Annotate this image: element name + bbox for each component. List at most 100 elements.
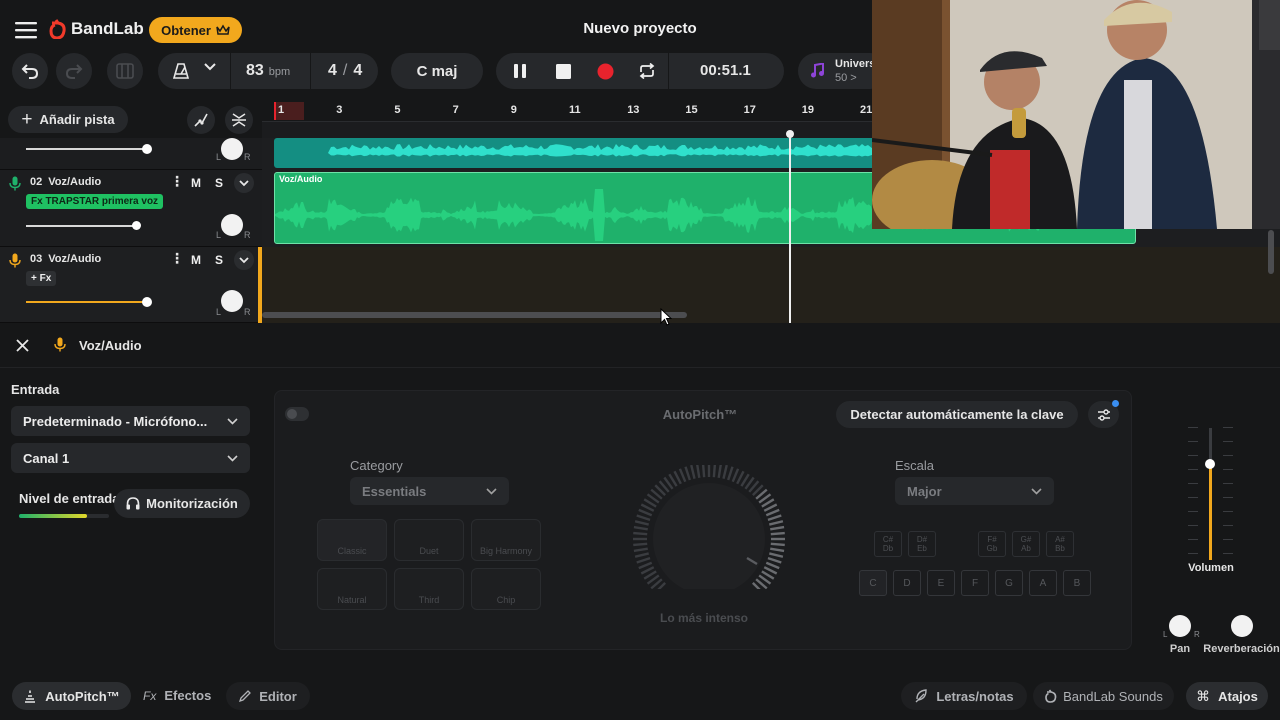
tab-effects[interactable]: Fx Efectos [143,688,211,703]
preset-label: Chip [496,595,516,605]
playhead-handle[interactable] [786,130,794,138]
add-fx-chip[interactable]: + Fx [26,271,57,286]
tab-shortcuts[interactable]: ⌘ Atajos [1186,682,1268,710]
fx-chip[interactable]: Fx TRAPSTAR primera voz [26,194,164,209]
automation-button[interactable] [187,106,215,134]
ruler-bar-label: 21 [860,104,873,116]
preset-natural[interactable]: Natural [317,568,387,610]
solo-button[interactable]: S [209,173,229,193]
crown-icon [216,24,230,35]
solo-button[interactable]: S [209,250,229,270]
autopitch-toggle[interactable] [285,407,309,421]
pan-l-label: L [1163,630,1168,639]
record-button[interactable] [595,62,615,80]
expand-track-button[interactable] [234,173,254,193]
track-header-3[interactable]: 03 Voz/Audio ⋮ M S + Fx L R [0,247,262,323]
fader-tick [1223,525,1233,526]
note-d[interactable]: D [893,570,921,596]
note-g[interactable]: G [995,570,1023,596]
detect-key-button[interactable]: Detectar automáticamente la clave [836,401,1078,428]
menu-icon[interactable] [12,18,40,42]
pause-button[interactable] [510,62,530,80]
fader-handle[interactable] [1205,459,1215,469]
tab-bandlab-sounds[interactable]: BandLab Sounds [1033,682,1174,710]
key-selector[interactable]: C maj [391,53,483,89]
redo-button[interactable] [56,53,92,89]
get-button[interactable]: Obtener [149,17,242,43]
track3-pan-knob[interactable] [221,290,243,312]
track3-volume-slider[interactable] [26,301,146,303]
input-device-select[interactable]: Predeterminado - Micrófono... [11,406,250,436]
scale-select[interactable]: Major [895,477,1054,505]
preset-third[interactable]: Third [394,568,464,610]
time-display: 00:51.1 [700,62,751,79]
loop-icon [639,63,655,79]
volume-label: Volumen [1188,562,1234,574]
track2-pan-knob[interactable] [221,214,243,236]
tab-editor[interactable]: Editor [226,682,310,710]
more-options-icon[interactable]: ⋮ [170,251,184,265]
track1-pan-knob[interactable] [221,138,243,160]
note-f[interactable]: F [961,570,989,596]
vertical-scrollbar[interactable] [1268,230,1274,274]
mute-button[interactable]: M [186,250,206,270]
more-options-icon[interactable]: ⋮ [170,174,184,188]
bpm-control[interactable]: 83 bpm [246,62,290,80]
track1-volume-handle[interactable] [142,144,152,154]
metronome-icon[interactable] [170,61,192,81]
playhead[interactable] [789,132,791,323]
note-e[interactable]: E [927,570,955,596]
pan-l-label: L [216,152,222,162]
intensity-dial[interactable] [629,465,789,589]
loop-button[interactable] [637,62,657,80]
add-track-label: Añadir pista [39,112,115,127]
note-c[interactable]: C [859,570,887,596]
track3-volume-handle[interactable] [142,297,152,307]
horizontal-scrollbar[interactable] [262,312,687,318]
input-level-label: Nivel de entrada [19,491,120,506]
track-header-2[interactable]: 02 Voz/Audio ⋮ M S Fx TRAPSTAR primera v… [0,170,262,247]
tab-autopitch[interactable]: AutoPitch™ [12,682,131,710]
stop-button[interactable] [553,62,573,80]
panel-pan-knob[interactable] [1169,615,1191,637]
channel-select[interactable]: Canal 1 [11,443,250,473]
fader-tick [1188,497,1198,498]
fit-view-button[interactable] [225,106,253,134]
track3-title[interactable]: 03 Voz/Audio [30,253,101,265]
preset-classic[interactable]: Classic [317,519,387,561]
undo-button[interactable] [12,53,48,89]
piano-button[interactable] [107,53,143,89]
project-title[interactable]: Nuevo proyecto [540,20,740,37]
track2-volume-handle[interactable] [132,221,141,230]
track2-volume-slider[interactable] [26,225,136,227]
note-c-sharp[interactable]: C# Db [874,531,902,557]
track1-volume-slider[interactable] [26,148,146,150]
plus-icon: + [21,108,33,130]
reverb-knob[interactable] [1231,615,1253,637]
track-header-1[interactable]: L R [0,138,262,170]
fader-fill [1209,464,1212,560]
pan-label: Pan [1169,643,1191,655]
preset-chip[interactable]: Chip [471,568,541,610]
note-a-sharp[interactable]: A# Bb [1046,531,1074,557]
add-track-button[interactable]: + Añadir pista [8,106,128,133]
bandlab-logo[interactable]: BandLab [49,19,144,39]
tab-lyrics[interactable]: Letras/notas [901,682,1027,710]
note-d-sharp[interactable]: D# Eb [908,531,936,557]
tab-effects-label: Efectos [164,688,212,703]
preset-duet[interactable]: Duet [394,519,464,561]
mute-button[interactable]: M [186,173,206,193]
note-a[interactable]: A [1029,570,1057,596]
category-select[interactable]: Essentials [350,477,509,505]
note-g-sharp[interactable]: G# Ab [1012,531,1040,557]
monitor-button[interactable]: Monitorización [114,489,250,518]
note-f-sharp[interactable]: F# Gb [978,531,1006,557]
chevron-down-icon[interactable] [204,63,216,71]
time-signature[interactable]: 4 / 4 [328,62,362,80]
note-b[interactable]: B [1063,570,1091,596]
expand-track-button[interactable] [234,250,254,270]
volume-fader[interactable] [1180,423,1240,563]
preset-big-harmony[interactable]: Big Harmony [471,519,541,561]
track2-title[interactable]: 02 Voz/Audio [30,176,101,188]
close-panel-button[interactable] [14,337,30,353]
